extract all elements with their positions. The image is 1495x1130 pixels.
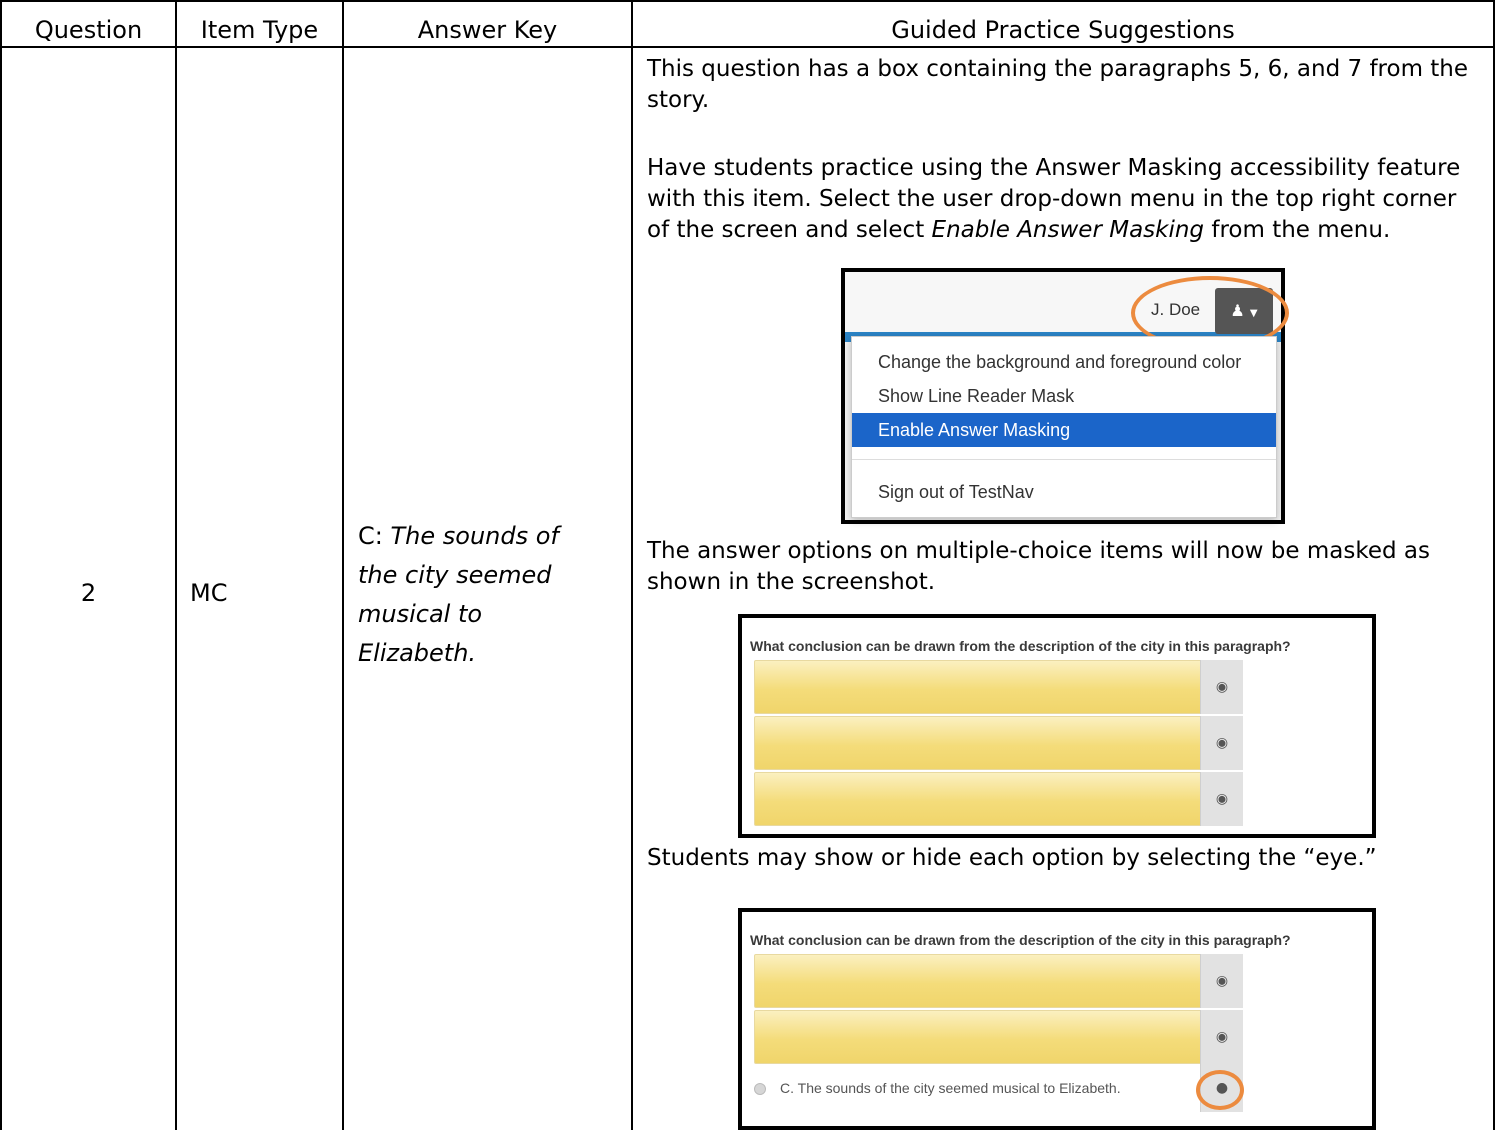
item-type: MC (190, 579, 228, 607)
eye-slash-icon[interactable]: ◉ (1200, 660, 1243, 714)
revealed-answer-screenshot: What conclusion can be drawn from the de… (738, 908, 1376, 1130)
suggestion-paragraph-2: Have students practice using the Answer … (647, 153, 1483, 246)
eye-slash-icon[interactable]: ◉ (1200, 1010, 1243, 1064)
masked-option-c[interactable] (754, 772, 1242, 826)
masked-option-b[interactable] (754, 716, 1242, 770)
masked-answers-screenshot: What conclusion can be drawn from the de… (738, 614, 1376, 838)
menu-item-answer-masking[interactable]: Enable Answer Masking (852, 413, 1276, 447)
question-number: 2 (80, 579, 97, 607)
header-divider (0, 46, 1495, 48)
question-text: What conclusion can be drawn from the de… (750, 638, 1291, 654)
header-answer-key: Answer Key (417, 16, 558, 44)
header-guided-practice: Guided Practice Suggestions (891, 16, 1235, 44)
suggestion-paragraph-4: Students may show or hide each option by… (647, 845, 1377, 871)
answer-key-text: The sounds of the city seemed musical to… (358, 522, 559, 667)
user-dropdown-menu: Change the background and foreground col… (851, 336, 1277, 518)
answer-key: C: The sounds of the city seemed musical… (358, 517, 598, 673)
header-item-type: Item Type (200, 16, 319, 44)
menu-divider (852, 459, 1276, 460)
answer-key-table: Question Item Type Answer Key Guided Pra… (0, 0, 1495, 1130)
menu-item-sign-out[interactable]: Sign out of TestNav (852, 475, 1276, 509)
enable-answer-masking-text: Enable Answer Masking (931, 217, 1205, 243)
suggestion-text-end: from the menu. (1204, 217, 1391, 243)
revealed-option-c[interactable]: C. The sounds of the city seemed musical… (754, 1064, 1121, 1112)
col-line-1 (175, 0, 177, 1130)
eye-slash-icon[interactable]: ◉ (1200, 954, 1243, 1008)
suggestion-paragraph-1: This question has a box containing the p… (647, 56, 1469, 113)
header-question: Question (34, 16, 143, 44)
question-text: What conclusion can be drawn from the de… (750, 932, 1291, 948)
masked-option-b[interactable] (754, 1010, 1242, 1064)
suggestion-paragraph-3: The answer options on multiple-choice it… (647, 538, 1430, 595)
masked-option-a[interactable] (754, 660, 1242, 714)
radio-button[interactable] (754, 1083, 766, 1096)
table-border-top (0, 0, 1495, 2)
masked-option-a[interactable] (754, 954, 1242, 1008)
col-line-0 (0, 0, 2, 1130)
col-line-2 (342, 0, 344, 1130)
highlight-circle (1196, 1070, 1244, 1110)
col-line-3 (631, 0, 633, 1130)
eye-slash-icon[interactable]: ◉ (1200, 716, 1243, 770)
answer-key-letter: C: (358, 522, 383, 550)
menu-item-line-reader[interactable]: Show Line Reader Mask (852, 379, 1276, 413)
menu-item-change-color[interactable]: Change the background and foreground col… (852, 345, 1276, 379)
eye-slash-icon[interactable]: ◉ (1200, 772, 1243, 826)
option-c-text: C. The sounds of the city seemed musical… (780, 1080, 1121, 1096)
user-menu-screenshot: J. Doe ♟ ▼ Change the background and for… (841, 268, 1289, 524)
